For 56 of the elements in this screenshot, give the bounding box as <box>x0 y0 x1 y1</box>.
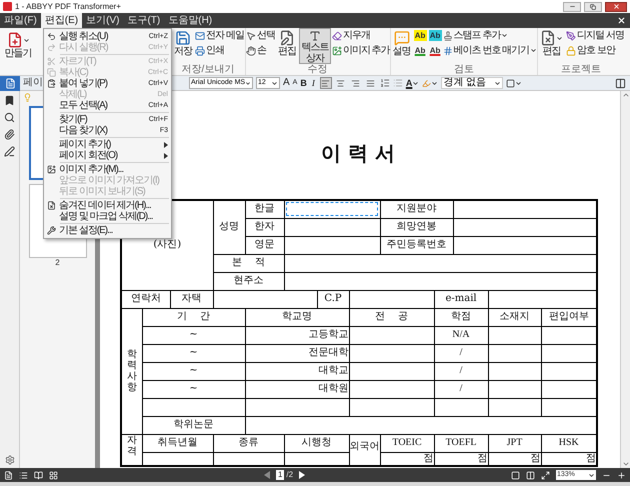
table-cell: 대학교 <box>318 365 349 376</box>
table-cell: C.P <box>324 293 342 304</box>
table-cell: 한자 <box>254 221 275 232</box>
table-cell: N/A <box>452 329 470 340</box>
table-cell: 희망연봉 <box>396 221 437 232</box>
table-cell: 고등학교 <box>308 329 349 340</box>
table-cell: 취득년월 <box>158 437 198 448</box>
table-cell: / <box>460 383 462 394</box>
document-title: 이 력 서 <box>321 141 395 165</box>
table-cell: (사진) <box>153 239 182 250</box>
group-label: 검토 <box>454 64 474 75</box>
table-cell: ~ <box>189 365 198 376</box>
table-cell: 현주소 <box>234 275 264 286</box>
table-cell: 자택 <box>182 293 202 304</box>
table-cell: 종류 <box>238 437 259 448</box>
table-cell: 점 <box>478 452 488 464</box>
table-cell: TOEFL <box>446 437 476 448</box>
table-cell: 지원분야 <box>396 203 437 214</box>
table-cell: 대학원 <box>318 383 349 394</box>
table-cell: 기 간 <box>177 311 210 322</box>
table-cell: HSK <box>558 437 579 448</box>
table-cell: JPT <box>506 437 522 448</box>
table-cell: 한글 <box>254 203 275 214</box>
table-cell: 학교명 <box>282 311 312 322</box>
page-number: 2 <box>55 258 60 268</box>
table-cell: e-mail <box>445 293 477 304</box>
table-cell: 영문 <box>254 239 275 250</box>
table-cell: 자격 <box>126 434 137 456</box>
table-cell: 학점 <box>451 311 472 322</box>
table-cell: 전 공 <box>375 311 408 322</box>
table-cell: ~ <box>189 383 198 394</box>
table-cell: 외국어 <box>350 440 380 452</box>
table-cell: 학위논문 <box>174 419 214 430</box>
table-cell: 점 <box>586 452 596 464</box>
table-cell: ~ <box>189 347 198 358</box>
table-cell: 전문대학 <box>308 347 349 358</box>
group-label: 저장/보내기 <box>182 64 234 75</box>
table-cell: / <box>460 365 462 376</box>
window-title: 1 - ABBYY PDF Transformer+ <box>15 2 121 12</box>
panel-title: 페이 <box>23 77 43 89</box>
table-cell: 학력사항 <box>126 348 137 392</box>
table-cell: ~ <box>189 329 198 340</box>
table-cell: 연락처 <box>130 293 161 304</box>
table-cell: TOEIC <box>392 437 422 448</box>
page-total: /2 <box>286 470 294 480</box>
table-cell: 편입여부 <box>548 311 589 322</box>
group-label: 수정 <box>308 64 328 75</box>
table-cell: 점 <box>530 452 541 464</box>
table-cell: 점 <box>424 452 434 464</box>
table-cell: 소재지 <box>500 311 530 322</box>
table-cell: 본 적 <box>232 257 265 268</box>
group-label: 프로젝트 <box>561 64 602 75</box>
table-cell: 성명 <box>219 221 240 232</box>
table-cell: / <box>460 347 462 358</box>
table-cell: 시행청 <box>302 437 332 448</box>
table-cell: 주민등록번호 <box>386 239 447 250</box>
